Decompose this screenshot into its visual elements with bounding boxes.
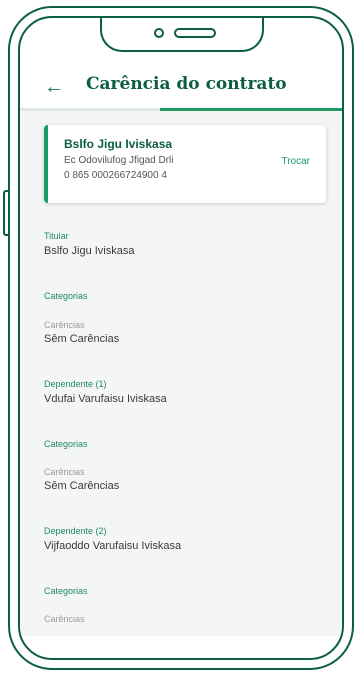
speaker-icon bbox=[174, 28, 216, 38]
waiting-period-value: Sêm Carências bbox=[44, 333, 120, 345]
titular-name: Bslfo Jigu Iviskasa bbox=[44, 245, 135, 257]
phone-side-button bbox=[3, 190, 9, 236]
dependent-name: Vijfaoddo Varufaisu Iviskasa bbox=[44, 540, 182, 552]
categories-label: Categorias bbox=[44, 291, 88, 301]
switch-contract-button[interactable]: Trocar bbox=[281, 156, 310, 167]
waiting-period-label: Carências bbox=[44, 320, 85, 330]
contract-company: Ec Odovilufog Jfigad Drli bbox=[64, 155, 174, 166]
categories-label: Categorias bbox=[44, 439, 88, 449]
page-title: Carência do contrato bbox=[86, 74, 287, 94]
contract-holder-name: Bslfo Jigu Iviskasa bbox=[64, 137, 173, 151]
dependent-label: Dependente (1) bbox=[44, 379, 107, 389]
camera-icon bbox=[154, 28, 164, 38]
content-scroll[interactable]: Bslfo Jigu Iviskasa Ec Odovilufog Jfigad… bbox=[20, 111, 342, 636]
contract-number: 0 865 000266724900 4 bbox=[64, 170, 167, 181]
app-header: ← Carência do contrato bbox=[20, 68, 342, 108]
card-accent-bar bbox=[44, 125, 48, 203]
dependent-name: Vdufai Varufaisu Iviskasa bbox=[44, 393, 167, 405]
dependent-label: Dependente (2) bbox=[44, 526, 107, 536]
waiting-period-value: Sêm Carências bbox=[44, 480, 120, 492]
arrow-left-icon[interactable]: ← bbox=[44, 76, 64, 99]
phone-notch bbox=[100, 18, 264, 52]
titular-label: Titular bbox=[44, 231, 69, 241]
contract-card: Bslfo Jigu Iviskasa Ec Odovilufog Jfigad… bbox=[44, 125, 326, 203]
waiting-period-label: Carências bbox=[44, 467, 85, 477]
waiting-period-label: Carências bbox=[44, 614, 85, 624]
categories-label: Categorias bbox=[44, 586, 88, 596]
phone-screen: ← Carência do contrato Bslfo Jigu Iviska… bbox=[18, 16, 344, 660]
